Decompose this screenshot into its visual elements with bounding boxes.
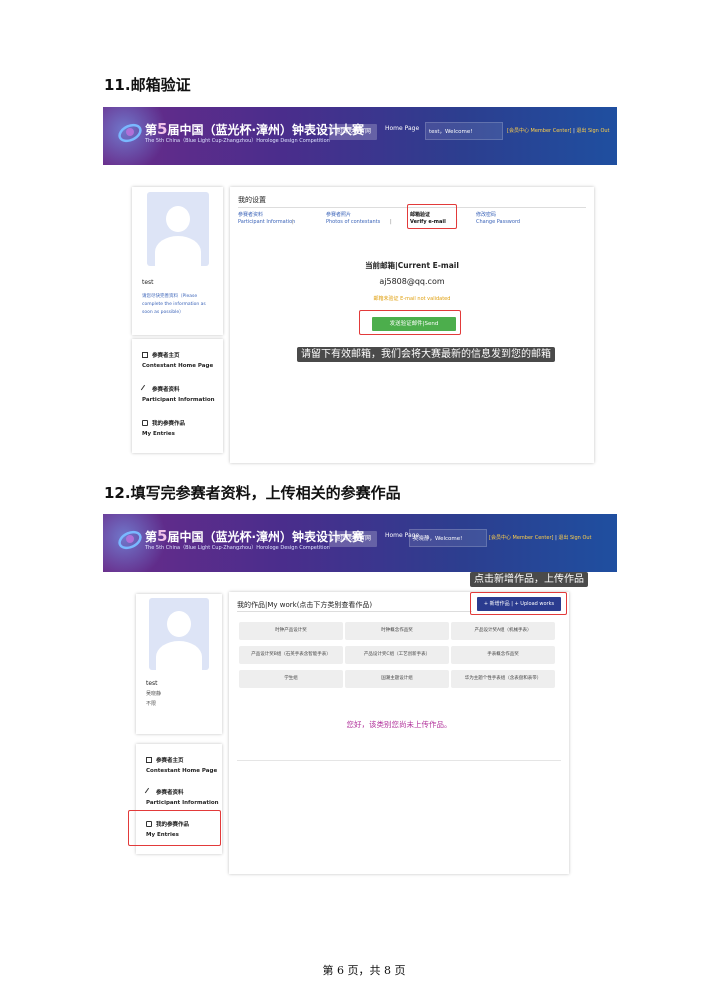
back-to-site-button[interactable]: 返回大赛官网 (329, 531, 378, 547)
section-title-12: 12.填写完参赛者资料，上传相关的参赛作品 (104, 484, 401, 502)
gender: 不限 (146, 701, 157, 707)
home-page-icon (142, 352, 148, 358)
profile-panel: test 请您尽快完善资料（Please complete the inform… (132, 187, 223, 335)
highlight-upload-button (470, 592, 567, 615)
avatar (149, 598, 209, 670)
category-button[interactable]: 手表概念作品奖 (451, 646, 555, 664)
category-button[interactable]: 国潮主题设计组 (345, 670, 449, 688)
sidebar-item-entries[interactable]: 我的参赛作品 My Entries (142, 419, 185, 437)
camera-icon (142, 420, 148, 426)
banner-subtitle: The 5th China（Blue Light Cup·Zhangzhou）H… (145, 545, 330, 551)
username: test (142, 279, 154, 286)
works-title: 我的作品|My work(点击下方类别查看作品) (237, 601, 373, 609)
not-validated-notice: 邮箱未验证 E-mail not validated (373, 296, 451, 302)
category-button[interactable]: 华为主题个性手表组（含表盘和表带） (451, 670, 555, 688)
member-center-link[interactable]: [会员中心 Member Center] | 退出 Sign Out (489, 534, 592, 541)
username: test (146, 680, 158, 687)
highlight-my-entries (128, 810, 221, 846)
profile-panel: test 吴晓静 不限 (136, 594, 222, 734)
sidebar-menu: 参赛者主页 Contestant Home Page 参赛者资料 Participa… (132, 339, 223, 453)
real-name: 吴晓静 (146, 691, 162, 697)
highlight-send-button (359, 310, 461, 335)
competition-logo-icon (118, 530, 142, 550)
section-title-11: 11.邮箱验证 (104, 76, 191, 94)
category-button[interactable]: 产品设计奖A组（机械手表） (451, 622, 555, 640)
category-button[interactable]: 产品设计奖B组（石英手表含智能手表） (239, 646, 343, 664)
sidebar-item-info[interactable]: 参赛者资料 Participant Information (144, 787, 219, 806)
category-button[interactable]: 时钟概念作品奖 (345, 622, 449, 640)
highlight-verify-tab (407, 204, 457, 229)
sidebar-item-home[interactable]: 参赛者主页 Contestant Home Page (146, 756, 217, 774)
current-email-label: 当前邮箱|Current E-mail (365, 261, 459, 270)
category-button[interactable]: 产品设计奖C组（工艺创新手表） (345, 646, 449, 664)
welcome-text: test，Welcome! (429, 129, 473, 135)
back-to-site-button[interactable]: 返回大赛官网 (329, 124, 378, 140)
screenshot-upload-works: 第5届中国（蓝光杯·漳州）钟表设计大赛 The 5th China（Blue L… (103, 514, 617, 884)
settings-title: 我的设置 (238, 196, 266, 204)
banner-subtitle: The 5th China（Blue Light Cup·Zhangzhou）H… (145, 138, 330, 144)
pencil-icon (140, 384, 150, 394)
avatar (147, 192, 209, 266)
banner: 第5届中国（蓝光杯·漳州）钟表设计大赛 The 5th China（Blue L… (103, 514, 617, 572)
current-email-value: aj5808@qq.com (379, 277, 445, 286)
competition-logo-icon (118, 123, 142, 143)
tooltip-email-hint: 请留下有效邮箱，我们会将大赛最新的信息发到您的邮箱 (297, 347, 555, 362)
works-panel: 我的作品|My work(点击下方类别查看作品) + 新增作品 | + Uplo… (229, 592, 569, 874)
tab-photos[interactable]: 参赛者照片 Photos of contestants (326, 212, 380, 226)
profile-hint[interactable]: 请您尽快完善资料（Please complete the information… (142, 293, 216, 317)
member-center-link[interactable]: [会员中心 Member Center] | 退出 Sign Out (507, 127, 610, 134)
tab-participant-info[interactable]: 参赛者资料 Participant Information (238, 212, 295, 226)
sidebar-item-home[interactable]: 参赛者主页 Contestant Home Page (142, 351, 213, 369)
page-footer: 第 6 页，共 8 页 (322, 964, 406, 977)
pencil-icon (144, 787, 154, 797)
category-button[interactable]: 学生组 (239, 670, 343, 688)
sidebar-item-info[interactable]: 参赛者资料 Participant Information (140, 384, 215, 403)
screenshot-email-verify: 第5届中国（蓝光杯·漳州）钟表设计大赛 The 5th China（Blue L… (103, 107, 617, 467)
empty-message: 您好，该类别您尚未上传作品。 (346, 720, 452, 729)
tab-change-password[interactable]: 修改密码 Change Password (476, 212, 520, 226)
home-page-icon (146, 757, 152, 763)
category-button[interactable]: 时钟产品设计奖 (239, 622, 343, 640)
home-page-link[interactable]: Home Page (385, 125, 419, 132)
tooltip-upload-hint: 点击新增作品，上传作品 (470, 572, 588, 587)
welcome-text: 吴晓静，Welcome! (413, 536, 463, 542)
banner: 第5届中国（蓝光杯·漳州）钟表设计大赛 The 5th China（Blue L… (103, 107, 617, 165)
